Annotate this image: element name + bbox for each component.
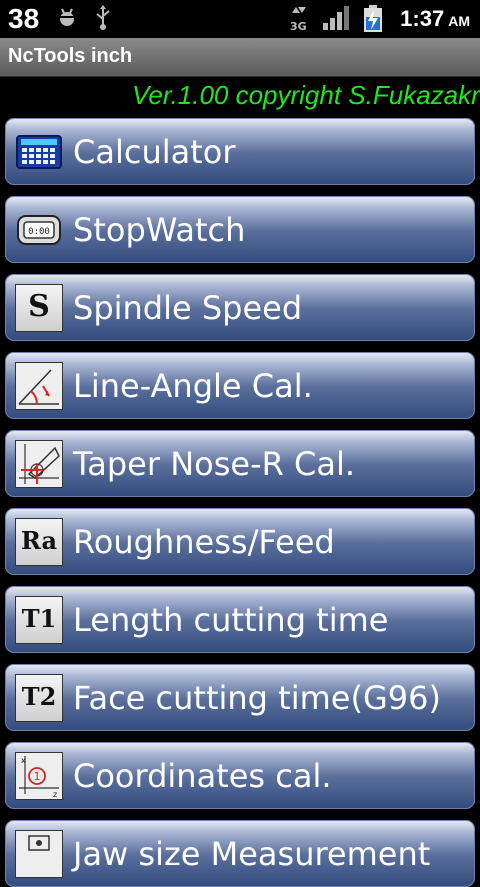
- menu-item-label: Jaw size Measurement: [73, 835, 431, 873]
- menu-item-label: Calculator: [73, 133, 236, 171]
- menu-item-taper-nose[interactable]: Taper Nose-R Cal.: [5, 430, 475, 497]
- notification-count: 38: [8, 3, 40, 34]
- stopwatch-icon: 0:00: [17, 215, 61, 245]
- menu-item-calculator[interactable]: Calculator: [5, 118, 475, 185]
- menu-item-label: Length cutting time: [73, 601, 389, 639]
- menu-item-label: Spindle Speed: [73, 289, 303, 327]
- usb-icon: [96, 5, 110, 30]
- menu-item-line-angle[interactable]: Line-Angle Cal.: [5, 352, 475, 419]
- version-banner: Ver.1.00 copyright S.Fukazakr: [0, 80, 480, 114]
- menu-item-spindle-speed[interactable]: S Spindle Speed: [5, 274, 475, 341]
- menu-item-roughness-feed[interactable]: Ra Roughness/Feed: [5, 508, 475, 575]
- svg-text:1: 1: [34, 770, 41, 783]
- menu-item-coordinates[interactable]: x z 1 Coordinates cal.: [5, 742, 475, 809]
- length-time-icon: T1: [15, 596, 63, 644]
- menu-item-label: Line-Angle Cal.: [73, 367, 313, 405]
- svg-text:0:00: 0:00: [28, 227, 50, 237]
- menu-item-label: Taper Nose-R Cal.: [73, 445, 356, 483]
- menu-item-face-cutting-time[interactable]: T2 Face cutting time(G96): [5, 664, 475, 731]
- jaw-size-icon: [15, 830, 63, 878]
- app-title-bar: NcTools inch: [0, 38, 480, 77]
- spindle-speed-icon: S: [15, 284, 63, 332]
- calculator-icon: [16, 135, 62, 169]
- battery-charging-icon: [364, 5, 382, 32]
- line-angle-icon: [15, 362, 63, 410]
- svg-text:x: x: [21, 756, 26, 765]
- face-time-icon: T2: [15, 674, 63, 722]
- menu-item-stopwatch[interactable]: 0:00 StopWatch: [5, 196, 475, 263]
- menu-item-label: Coordinates cal.: [73, 757, 332, 795]
- app-title: NcTools inch: [8, 45, 133, 67]
- roughness-icon: Ra: [15, 518, 63, 566]
- clock-ampm: AM: [448, 13, 470, 29]
- status-bar: 38 3G 1:37 AM: [0, 0, 480, 38]
- clock-time: 1:37: [400, 6, 445, 31]
- debug-android-icon: [59, 8, 75, 26]
- version-text: Ver.1.00 copyright S.Fukazakr: [132, 80, 480, 110]
- menu-item-label: Roughness/Feed: [73, 523, 335, 561]
- menu-item-length-cutting-time[interactable]: T1 Length cutting time: [5, 586, 475, 653]
- taper-nose-icon: [15, 440, 63, 488]
- svg-text:z: z: [53, 790, 57, 799]
- clock: 1:37 AM: [400, 6, 470, 34]
- signal-strength-icon: [323, 6, 349, 30]
- menu-item-label: StopWatch: [73, 211, 246, 249]
- coordinates-icon: x z 1: [15, 752, 63, 800]
- network-type: 3G: [290, 20, 307, 33]
- menu-item-label: Face cutting time(G96): [73, 679, 441, 717]
